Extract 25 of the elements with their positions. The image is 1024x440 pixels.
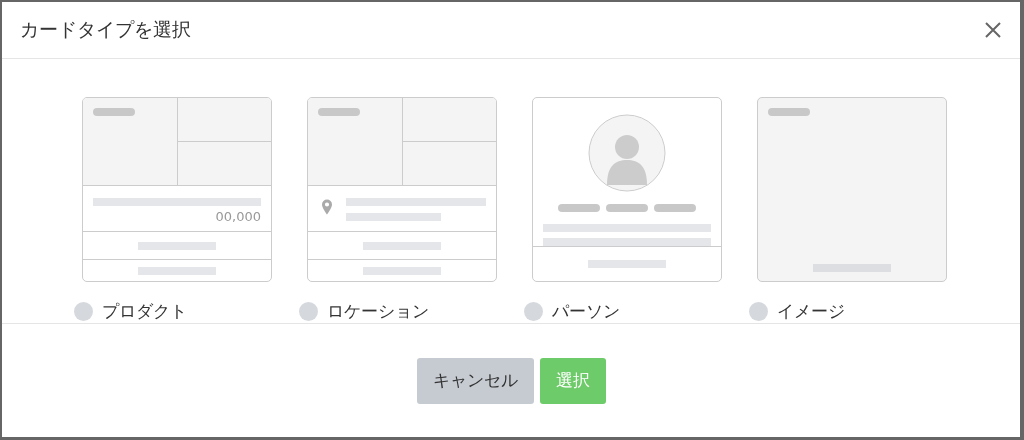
price-text: 00,000	[215, 209, 261, 224]
dialog-title: カードタイプを選択	[20, 17, 191, 42]
radio-button[interactable]	[74, 302, 93, 321]
card-preview[interactable]: 00,000	[82, 97, 272, 282]
placeholder-bar	[318, 108, 360, 116]
placeholder-bar	[654, 204, 696, 212]
placeholder-bar	[558, 204, 600, 212]
placeholder-bar	[768, 108, 810, 116]
placeholder-bar	[93, 108, 135, 116]
radio-button[interactable]	[749, 302, 768, 321]
radio-label: プロダクト	[102, 300, 187, 323]
radio-label: イメージ	[777, 300, 845, 323]
radio-label: パーソン	[552, 300, 620, 323]
card-preview[interactable]	[757, 97, 947, 282]
radio-button[interactable]	[524, 302, 543, 321]
select-button[interactable]: 選択	[539, 357, 606, 404]
close-icon[interactable]	[984, 21, 1002, 39]
card-preview[interactable]	[532, 97, 722, 282]
cancel-button[interactable]: キャンセル	[416, 357, 534, 404]
radio-label: ロケーション	[327, 300, 429, 323]
placeholder-bar	[606, 204, 648, 212]
radio-button[interactable]	[299, 302, 318, 321]
avatar-icon	[588, 114, 666, 192]
pin-icon	[322, 198, 332, 216]
card-preview[interactable]	[307, 97, 497, 282]
